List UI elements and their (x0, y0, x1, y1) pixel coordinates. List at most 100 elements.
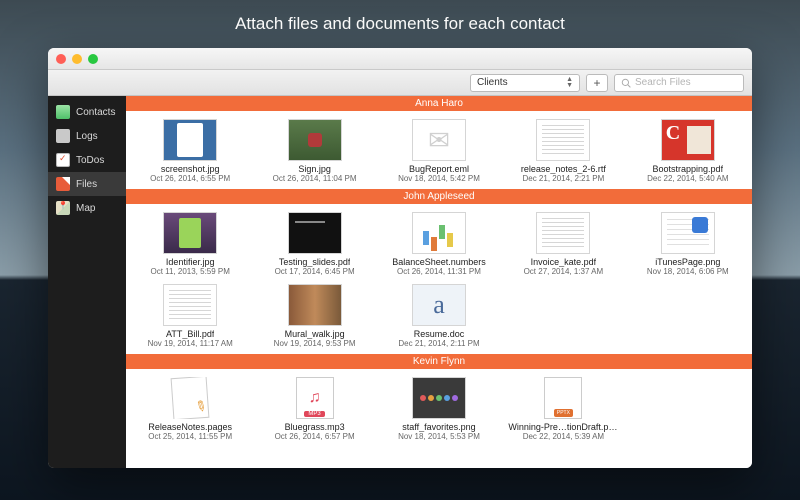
file-date: Dec 22, 2014, 5:39 AM (523, 432, 604, 441)
file-date: Dec 22, 2014, 5:40 AM (647, 174, 728, 183)
file-name: BugReport.eml (409, 164, 469, 174)
group-selector[interactable]: Clients ▲▼ (470, 74, 580, 92)
file-name: iTunesPage.png (655, 257, 720, 267)
file-item[interactable]: Identifier.jpgOct 11, 2013, 5:59 PM (130, 210, 250, 278)
file-item[interactable]: Mural_walk.jpgNov 19, 2014, 9:53 PM (254, 282, 374, 350)
files-icon (56, 177, 70, 191)
file-date: Oct 26, 2014, 6:55 PM (150, 174, 230, 183)
file-thumbnail (412, 377, 466, 419)
file-grid: Identifier.jpgOct 11, 2013, 5:59 PMTesti… (126, 204, 752, 354)
file-name: Winning-Pre…tionDraft.pptx (508, 422, 618, 432)
file-item[interactable]: iTunesPage.pngNov 18, 2014, 6:06 PM (628, 210, 748, 278)
sidebar-item-label: ToDos (76, 155, 104, 166)
file-item[interactable]: Invoice_kate.pdfOct 27, 2014, 1:37 AM (503, 210, 623, 278)
file-name: Bluegrass.mp3 (285, 422, 345, 432)
file-date: Oct 27, 2014, 1:37 AM (524, 267, 604, 276)
file-date: Nov 18, 2014, 5:42 PM (398, 174, 480, 183)
window-controls (56, 54, 98, 64)
sidebar: Contacts Logs ToDos Files Map (48, 96, 126, 468)
file-thumbnail (536, 119, 590, 161)
file-thumbnail (536, 212, 590, 254)
file-name: Mural_walk.jpg (285, 329, 345, 339)
file-name: ATT_Bill.pdf (166, 329, 214, 339)
sidebar-item-label: Files (76, 179, 97, 190)
file-name: release_notes_2-6.rtf (521, 164, 606, 174)
sidebar-item-todos[interactable]: ToDos (48, 148, 126, 172)
file-item[interactable]: staff_favorites.pngNov 18, 2014, 5:53 PM (379, 375, 499, 443)
file-date: Oct 11, 2013, 5:59 PM (150, 267, 229, 276)
file-item[interactable]: release_notes_2-6.rtfDec 21, 2014, 2:21 … (503, 117, 623, 185)
search-placeholder: Search Files (635, 77, 691, 88)
file-item[interactable]: BalanceSheet.numbersOct 26, 2014, 11:31 … (379, 210, 499, 278)
file-thumbnail (163, 377, 217, 419)
file-item[interactable]: Resume.docDec 21, 2014, 2:11 PM (379, 282, 499, 350)
close-icon[interactable] (56, 54, 66, 64)
file-name: Testing_slides.pdf (279, 257, 351, 267)
file-item[interactable]: ATT_Bill.pdfNov 19, 2014, 11:17 AM (130, 282, 250, 350)
group-selector-value: Clients (477, 77, 508, 88)
file-name: staff_favorites.png (402, 422, 475, 432)
file-item[interactable]: Sign.jpgOct 26, 2014, 11:04 PM (254, 117, 374, 185)
logs-icon (56, 129, 70, 143)
file-thumbnail (536, 377, 590, 419)
file-item[interactable]: ReleaseNotes.pagesOct 25, 2014, 11:55 PM (130, 375, 250, 443)
file-item[interactable]: Winning-Pre…tionDraft.pptxDec 22, 2014, … (503, 375, 623, 443)
file-thumbnail (288, 119, 342, 161)
map-icon (56, 201, 70, 215)
section-header: Kevin Flynn (126, 354, 752, 369)
file-item[interactable]: screenshot.jpgOct 26, 2014, 6:55 PM (130, 117, 250, 185)
file-date: Oct 26, 2014, 6:57 PM (275, 432, 355, 441)
file-date: Nov 19, 2014, 9:53 PM (274, 339, 356, 348)
sidebar-item-label: Map (76, 203, 95, 214)
file-thumbnail (661, 119, 715, 161)
sidebar-item-logs[interactable]: Logs (48, 124, 126, 148)
file-date: Dec 21, 2014, 2:21 PM (522, 174, 604, 183)
search-icon (621, 78, 631, 88)
file-grid: screenshot.jpgOct 26, 2014, 6:55 PMSign.… (126, 111, 752, 189)
titlebar (48, 48, 752, 70)
minimize-icon[interactable] (72, 54, 82, 64)
file-thumbnail (288, 212, 342, 254)
file-name: Sign.jpg (298, 164, 331, 174)
file-date: Nov 19, 2014, 11:17 AM (148, 339, 233, 348)
file-item[interactable]: MP3 Bluegrass.mp3Oct 26, 2014, 6:57 PM (254, 375, 374, 443)
file-grid: ReleaseNotes.pagesOct 25, 2014, 11:55 PM… (126, 369, 752, 447)
file-thumbnail (412, 119, 466, 161)
file-date: Oct 26, 2014, 11:31 PM (397, 267, 481, 276)
file-name: BalanceSheet.numbers (392, 257, 486, 267)
search-input[interactable]: Search Files (614, 74, 744, 92)
file-item[interactable]: Testing_slides.pdfOct 17, 2014, 6:45 PM (254, 210, 374, 278)
file-name: Bootstrapping.pdf (653, 164, 724, 174)
file-thumbnail (661, 212, 715, 254)
section-header: John Appleseed (126, 189, 752, 204)
chevron-updown-icon: ▲▼ (566, 77, 573, 89)
contacts-icon (56, 105, 70, 119)
zoom-icon[interactable] (88, 54, 98, 64)
file-thumbnail: MP3 (288, 377, 342, 419)
file-date: Oct 26, 2014, 11:04 PM (273, 174, 357, 183)
toolbar: Clients ▲▼ + Search Files (48, 70, 752, 96)
file-thumbnail (163, 119, 217, 161)
file-name: ReleaseNotes.pages (148, 422, 232, 432)
section-header: Anna Haro (126, 96, 752, 111)
file-item[interactable]: Bootstrapping.pdfDec 22, 2014, 5:40 AM (628, 117, 748, 185)
files-content: Anna Haroscreenshot.jpgOct 26, 2014, 6:5… (126, 96, 752, 468)
file-thumbnail (288, 284, 342, 326)
app-window: Clients ▲▼ + Search Files Contacts Logs To… (48, 48, 752, 468)
sidebar-item-map[interactable]: Map (48, 196, 126, 220)
file-thumbnail (412, 284, 466, 326)
file-date: Oct 17, 2014, 6:45 PM (275, 267, 355, 276)
todos-icon (56, 153, 70, 167)
file-date: Nov 18, 2014, 6:06 PM (647, 267, 729, 276)
file-name: Invoice_kate.pdf (531, 257, 597, 267)
file-date: Dec 21, 2014, 2:11 PM (398, 339, 479, 348)
page-banner: Attach files and documents for each cont… (0, 0, 800, 48)
file-item[interactable]: BugReport.emlNov 18, 2014, 5:42 PM (379, 117, 499, 185)
sidebar-item-contacts[interactable]: Contacts (48, 100, 126, 124)
sidebar-item-label: Logs (76, 131, 98, 142)
sidebar-item-files[interactable]: Files (48, 172, 126, 196)
file-date: Oct 25, 2014, 11:55 PM (148, 432, 232, 441)
file-thumbnail (163, 212, 217, 254)
add-button[interactable]: + (586, 74, 608, 92)
file-name: Identifier.jpg (166, 257, 215, 267)
